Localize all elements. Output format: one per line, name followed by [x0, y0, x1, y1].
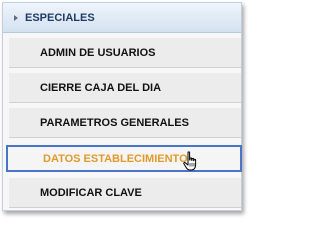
menu-header-especiales[interactable]: ESPECIALES — [3, 3, 241, 33]
menu-item-parametros-generales[interactable]: PARAMETROS GENERALES — [9, 108, 241, 138]
menu-item-modificar-clave[interactable]: MODIFICAR CLAVE — [9, 178, 241, 208]
menu-item-label: MODIFICAR CLAVE — [40, 186, 142, 199]
chevron-right-icon — [14, 14, 18, 21]
menu-item-label: ADMIN DE USUARIOS — [40, 46, 156, 59]
menu-item-label: DATOS ESTABLECIMIENTO — [43, 152, 188, 165]
menu-item-label: CIERRE CAJA DEL DIA — [40, 81, 162, 94]
menu-header-title: ESPECIALES — [25, 11, 95, 24]
menu-item-datos-establecimiento[interactable]: DATOS ESTABLECIMIENTO — [6, 145, 242, 172]
especiales-menu-panel: ESPECIALES ADMIN DE USUARIOS CIERRE CAJA… — [2, 2, 242, 211]
menu-item-label: PARAMETROS GENERALES — [40, 116, 189, 129]
hand-pointer-icon — [183, 151, 197, 171]
menu-item-admin-de-usuarios[interactable]: ADMIN DE USUARIOS — [9, 38, 241, 68]
menu-item-cierre-caja-del-dia[interactable]: CIERRE CAJA DEL DIA — [9, 73, 241, 103]
